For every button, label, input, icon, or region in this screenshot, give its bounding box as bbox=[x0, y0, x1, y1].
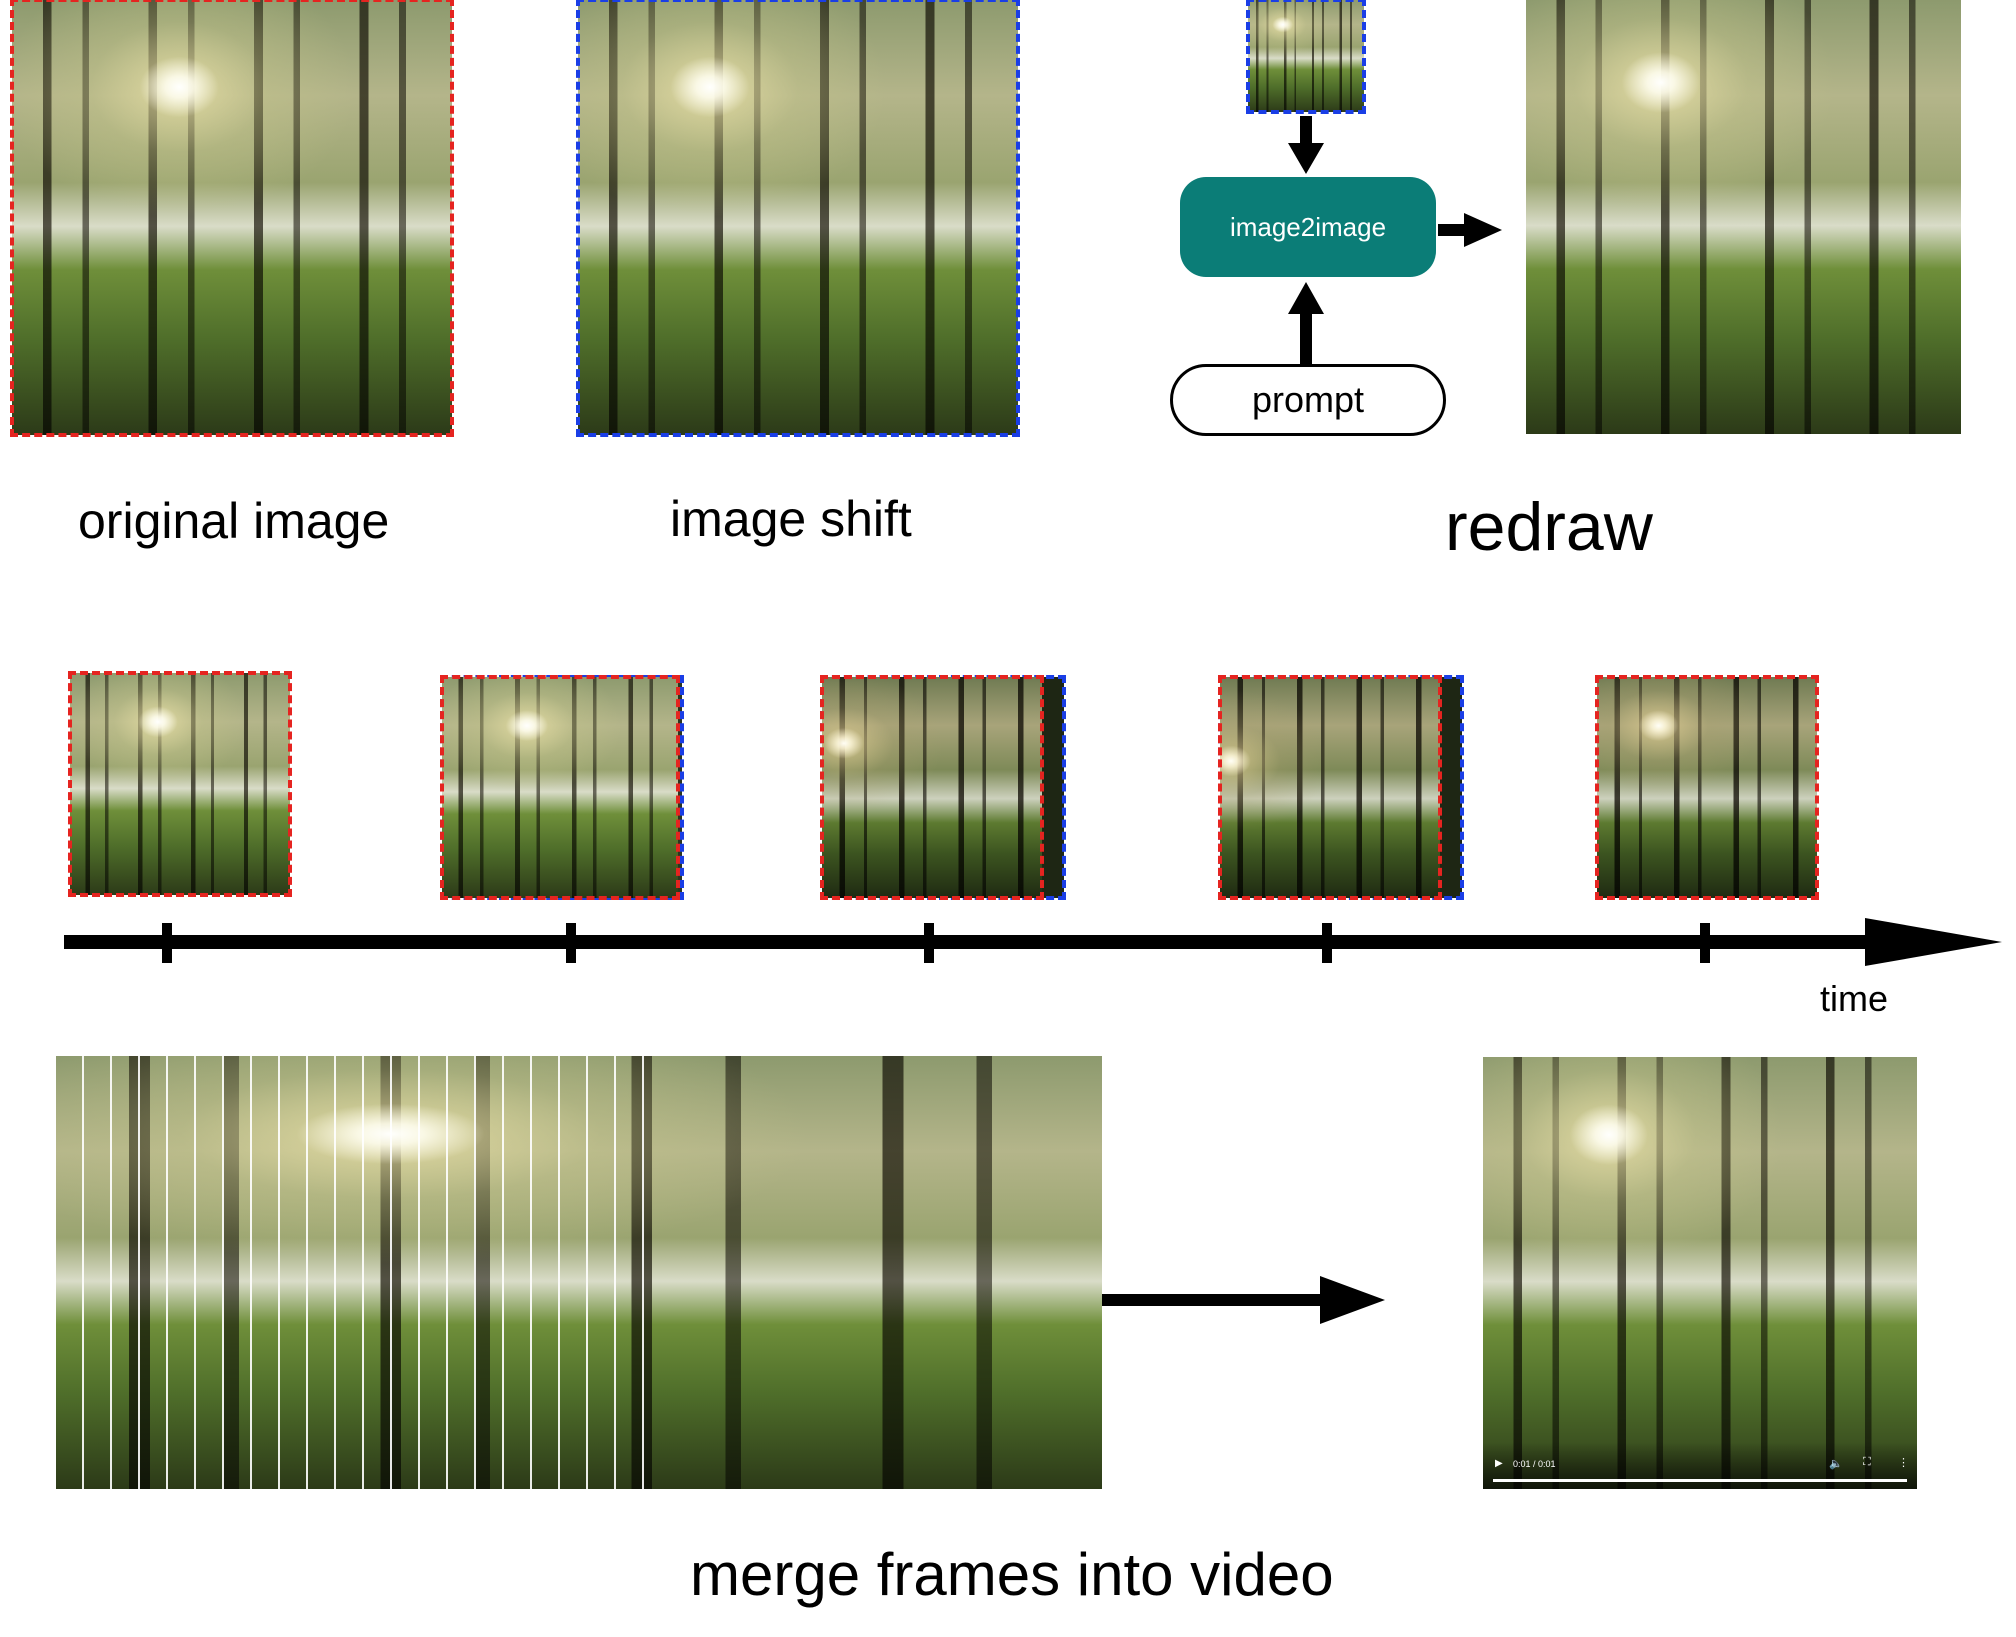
image2image-node: image2image bbox=[1180, 177, 1436, 277]
shifted-image-thumbnail bbox=[1246, 0, 1366, 114]
video-time: 0:01 / 0:01 bbox=[1513, 1459, 1556, 1469]
redrawn-image bbox=[1526, 0, 1961, 434]
frame-4 bbox=[1218, 675, 1442, 900]
play-icon[interactable]: ▶ bbox=[1495, 1458, 1503, 1469]
video-progress-bar[interactable] bbox=[1493, 1479, 1907, 1482]
output-video[interactable] bbox=[1483, 1057, 1917, 1489]
fullscreen-icon[interactable]: ⛶ bbox=[1863, 1456, 1871, 1469]
shifted-image bbox=[576, 0, 1020, 437]
more-options-icon[interactable]: ⋮ bbox=[1898, 1456, 1909, 1469]
redraw-label: redraw bbox=[1445, 489, 1653, 565]
video-controls: ▶ 0:01 / 0:01 🔈 ⛶ ⋮ bbox=[1483, 1442, 1917, 1489]
prompt-input-node: prompt bbox=[1170, 364, 1446, 436]
frame-2 bbox=[440, 675, 680, 900]
original-image-label: original image bbox=[78, 493, 390, 549]
frame-5 bbox=[1595, 675, 1819, 900]
timeline-axis bbox=[64, 918, 2002, 966]
merge-arrow bbox=[1102, 1276, 1385, 1324]
time-axis-label: time bbox=[1820, 978, 1889, 1019]
frame-3 bbox=[820, 675, 1044, 900]
merge-label: merge frames into video bbox=[690, 1541, 1334, 1608]
frame-1 bbox=[68, 671, 292, 897]
volume-icon[interactable]: 🔈 bbox=[1829, 1457, 1843, 1470]
frame-slice-dividers bbox=[56, 1056, 668, 1489]
image-shift-label: image shift bbox=[670, 491, 912, 547]
original-image bbox=[10, 0, 454, 437]
